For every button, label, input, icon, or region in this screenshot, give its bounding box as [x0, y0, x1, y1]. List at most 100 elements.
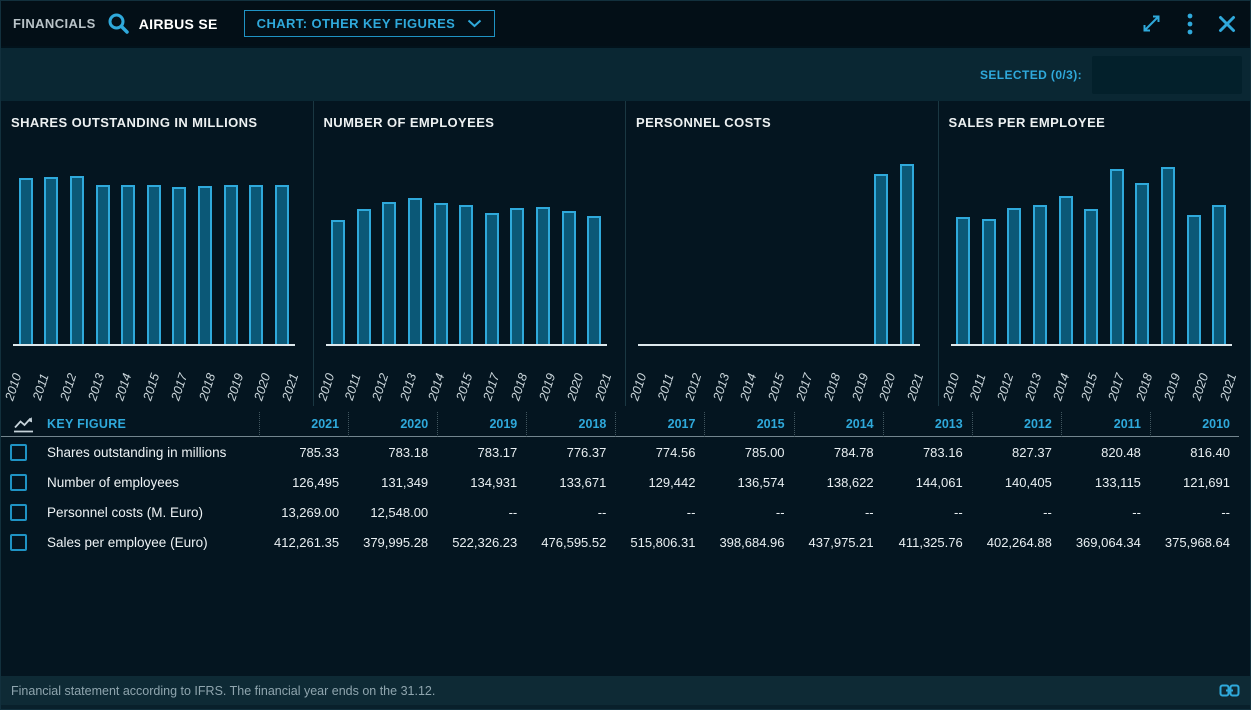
bar-slot — [326, 141, 352, 344]
value-cell: 133,671 — [526, 467, 615, 497]
bar-slot — [843, 141, 869, 344]
bar-2019 — [224, 185, 238, 344]
selection-input[interactable] — [1092, 56, 1242, 94]
chart-title: PERSONNEL COSTS — [636, 115, 928, 133]
bar-slot — [766, 141, 792, 344]
checkbox-cell — [1, 467, 47, 497]
bar-slot — [817, 141, 843, 344]
bar-2012 — [382, 202, 396, 345]
kebab-menu-icon[interactable] — [1187, 13, 1193, 35]
bar-slot — [556, 141, 582, 344]
value-cell: 515,806.31 — [615, 527, 704, 557]
metric-checkbox[interactable] — [10, 444, 27, 461]
top-bar: FINANCIALS AIRBUS SE CHART: OTHER KEY FI… — [1, 1, 1250, 46]
bar-2013 — [96, 185, 110, 344]
metric-checkbox[interactable] — [10, 504, 27, 521]
value-cell: 375,968.64 — [1150, 527, 1239, 557]
financials-window: FINANCIALS AIRBUS SE CHART: OTHER KEY FI… — [0, 0, 1251, 710]
bar-2014 — [434, 203, 448, 344]
window-bottom-edge — [1, 705, 1250, 709]
bar-slot — [740, 141, 766, 344]
bar-slot — [976, 141, 1002, 344]
value-cell: 144,061 — [883, 467, 972, 497]
bar-slot — [13, 141, 39, 344]
bar-slot — [951, 141, 977, 344]
key-figures-table: KEY FIGURE 20212020201920182017201520142… — [1, 406, 1250, 557]
bar-2020 — [249, 185, 263, 344]
metric-checkbox[interactable] — [10, 534, 27, 551]
value-cell: -- — [1150, 497, 1239, 527]
year-column-header: 2013 — [883, 412, 972, 437]
bar-2020 — [562, 211, 576, 344]
chart-x-axis-labels: 2010201120122013201420152017201820192020… — [13, 348, 295, 404]
chart-panel-personnel-costs: PERSONNEL COSTS2010201120122013201420152… — [625, 101, 938, 406]
expand-icon[interactable] — [1141, 13, 1162, 34]
year-column-header: 2012 — [972, 412, 1061, 437]
value-cell: 140,405 — [972, 467, 1061, 497]
close-icon[interactable] — [1218, 15, 1236, 33]
chart-title: SHARES OUTSTANDING IN MILLIONS — [11, 115, 303, 133]
year-column-header: 2021 — [259, 412, 348, 437]
empty-area — [1, 557, 1250, 676]
bar-slot — [90, 141, 116, 344]
search-icon[interactable] — [106, 11, 131, 36]
bar-2021 — [900, 164, 914, 344]
bar-2015 — [459, 205, 473, 344]
chart-x-axis-labels: 2010201120122013201420152017201820192020… — [951, 348, 1233, 404]
bar-2018 — [198, 186, 212, 344]
value-cell: 816.40 — [1150, 437, 1239, 467]
bar-2010 — [956, 217, 970, 344]
checkbox-cell — [1, 437, 47, 467]
bar-2013 — [408, 198, 422, 344]
link-icon[interactable] — [1219, 684, 1240, 697]
bar-2011 — [357, 209, 371, 344]
year-column-header: 2011 — [1061, 412, 1150, 437]
value-cell: 412,261.35 — [259, 527, 348, 557]
chart-x-axis-labels: 2010201120122013201420152017201820192020… — [326, 348, 608, 404]
chart-panel-number-of-employees: NUMBER OF EMPLOYEES201020112012201320142… — [313, 101, 626, 406]
metric-label: Personnel costs (M. Euro) — [47, 497, 259, 527]
bar-slot — [689, 141, 715, 344]
selected-count-label: SELECTED (0/3): — [980, 68, 1082, 82]
chart-plot — [638, 141, 920, 346]
bar-2019 — [1161, 167, 1175, 344]
bar-2018 — [510, 208, 524, 344]
chart-title: SALES PER EMPLOYEE — [949, 115, 1241, 133]
bar-2021 — [275, 185, 289, 344]
bar-slot — [894, 141, 920, 344]
value-cell: 379,995.28 — [348, 527, 437, 557]
value-cell: 402,264.88 — [972, 527, 1061, 557]
chart-type-dropdown[interactable]: CHART: OTHER KEY FIGURES — [244, 10, 496, 37]
bar-slot — [868, 141, 894, 344]
year-column-header: 2014 — [794, 412, 883, 437]
chart-plot — [951, 141, 1233, 346]
value-cell: 131,349 — [348, 467, 437, 497]
checkbox-cell — [1, 527, 47, 557]
metric-label: Sales per employee (Euro) — [47, 527, 259, 557]
year-column-header: 2010 — [1150, 412, 1239, 437]
chart-panel-shares-outstanding-in-millions: SHARES OUTSTANDING IN MILLIONS 2010201120… — [1, 101, 313, 406]
metric-checkbox[interactable] — [10, 474, 27, 491]
value-cell: 820.48 — [1061, 437, 1150, 467]
bar-slot — [167, 141, 193, 344]
trend-chart-icon — [1, 412, 47, 437]
bar-2013 — [1033, 205, 1047, 344]
bar-2021 — [1212, 205, 1226, 344]
value-cell: 133,115 — [1061, 467, 1150, 497]
chevron-down-icon — [467, 19, 482, 28]
footer: Financial statement according to IFRS. T… — [1, 676, 1250, 705]
bar-slot — [351, 141, 377, 344]
bar-2017 — [172, 187, 186, 344]
value-cell: -- — [437, 497, 526, 527]
bar-2017 — [1110, 169, 1124, 344]
value-cell: 136,574 — [704, 467, 793, 497]
value-cell: 134,931 — [437, 467, 526, 497]
bar-2012 — [1007, 208, 1021, 344]
bar-slot — [1130, 141, 1156, 344]
value-cell: 13,269.00 — [259, 497, 348, 527]
bar-2017 — [485, 213, 499, 344]
instrument-name: AIRBUS SE — [139, 16, 218, 32]
charts-region: SHARES OUTSTANDING IN MILLIONS 2010201120… — [1, 101, 1250, 406]
value-cell: 785.33 — [259, 437, 348, 467]
bar-slot — [1002, 141, 1028, 344]
